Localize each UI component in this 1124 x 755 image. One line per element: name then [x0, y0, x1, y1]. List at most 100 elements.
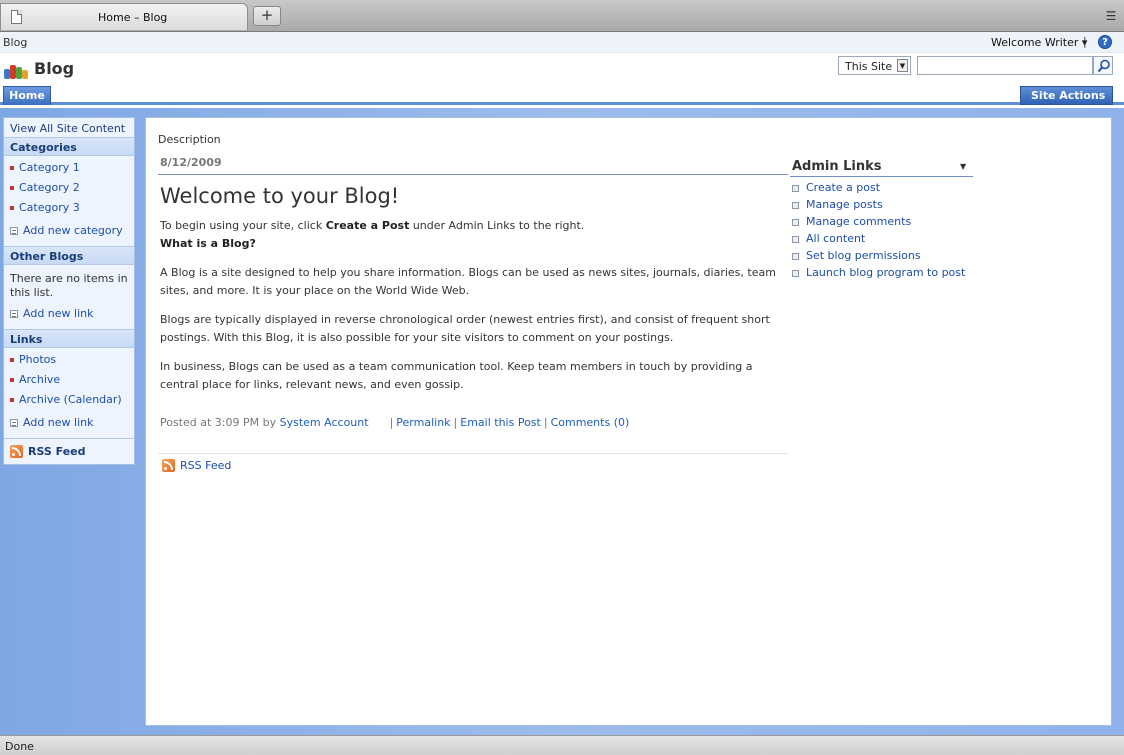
post-intro: To begin using your site, click Create a… — [160, 217, 790, 253]
list-bullet-icon — [792, 270, 799, 277]
add-link-label: Add new link — [23, 416, 94, 429]
divider — [158, 453, 788, 454]
admin-link-label: Manage posts — [806, 198, 883, 211]
category-link[interactable]: Category 3 — [19, 201, 80, 214]
links-item[interactable]: Archive — [19, 373, 60, 386]
search-scope-value: This Site — [845, 60, 893, 73]
rss-feed-link[interactable]: RSS Feed — [10, 445, 86, 458]
other-blogs-empty-text: There are no items in this list. — [10, 272, 128, 299]
author-link[interactable]: System Account — [280, 416, 369, 429]
admin-link-launch-blog-program[interactable]: Launch blog program to post — [792, 266, 965, 283]
admin-link-set-permissions[interactable]: Set blog permissions — [792, 249, 965, 266]
divider — [790, 176, 973, 177]
add-link-link[interactable]: Add new link — [10, 416, 93, 429]
main-rss-feed-link[interactable]: RSS Feed — [162, 459, 231, 472]
main-content: Description 8/12/2009 Welcome to your Bl… — [145, 117, 1112, 726]
admin-link-manage-posts[interactable]: Manage posts — [792, 198, 965, 215]
intro-text: under Admin Links to the right. — [409, 219, 585, 232]
rss-icon — [10, 445, 23, 458]
list-bullet-icon — [792, 202, 799, 209]
rss-feed-label: RSS Feed — [180, 459, 232, 472]
rss-feed-label: RSS Feed — [28, 445, 86, 458]
bullet-icon — [10, 378, 14, 382]
add-category-label: Add new category — [23, 224, 123, 237]
bullet-icon — [10, 398, 14, 402]
breadcrumb-site-link[interactable]: Blog — [3, 36, 27, 49]
categories-heading[interactable]: Categories — [4, 137, 134, 156]
chevron-down-icon[interactable]: ▼ — [960, 162, 966, 171]
bullet-icon — [10, 166, 14, 170]
search-button[interactable] — [1093, 56, 1113, 75]
bullet-icon — [10, 206, 14, 210]
status-bar: Done — [0, 735, 1124, 755]
status-text: Done — [5, 740, 34, 753]
bullet-icon — [10, 186, 14, 190]
list-bullet-icon — [792, 219, 799, 226]
admin-link-label: Launch blog program to post — [806, 266, 966, 279]
admin-link-label: All content — [806, 232, 866, 245]
welcome-separator: | — [1083, 35, 1087, 48]
browser-tab-strip: Home – Blog + ☰ — [0, 0, 1124, 32]
list-bullet-icon — [792, 236, 799, 243]
email-post-link[interactable]: Email this Post — [460, 416, 541, 429]
links-item[interactable]: Photos — [19, 353, 56, 366]
description-label: Description — [158, 133, 221, 146]
post-paragraph: A Blog is a site designed to help you sh… — [160, 266, 776, 297]
footer-separator: | — [389, 416, 394, 429]
admin-link-all-content[interactable]: All content — [792, 232, 965, 249]
global-bar: Blog Welcome Writer ▾ | — [0, 32, 1124, 53]
post-date: 8/12/2009 — [160, 156, 222, 169]
dropdown-arrow-icon: ▼ — [897, 59, 908, 72]
admin-link-label: Manage comments — [806, 215, 912, 228]
posted-at-text: Posted at 3:09 PM by — [160, 416, 280, 429]
category-link[interactable]: Category 1 — [19, 161, 80, 174]
intro-text: To begin using your site, click — [160, 219, 326, 232]
post-body: To begin using your site, click Create a… — [160, 217, 790, 405]
add-item-icon — [10, 310, 18, 318]
help-icon[interactable]: ? — [1098, 35, 1112, 49]
admin-link-create-post[interactable]: Create a post — [792, 181, 965, 198]
links-heading[interactable]: Links — [4, 329, 134, 348]
search-input[interactable] — [918, 57, 1092, 74]
tab-home[interactable]: Home — [3, 86, 51, 105]
tab-menu-icon[interactable]: ☰ — [1102, 9, 1120, 23]
site-actions-menu[interactable]: Site Actions ▾ — [1020, 86, 1113, 120]
divider — [4, 438, 134, 439]
intro-bold-text: Create a Post — [325, 219, 410, 232]
quick-launch: View All Site Content Categories Categor… — [3, 117, 135, 465]
post-paragraph: Blogs are typically displayed in reverse… — [160, 313, 770, 344]
admin-link-label: Set blog permissions — [806, 249, 921, 262]
add-blog-link[interactable]: Add new link — [10, 307, 93, 320]
add-item-icon — [10, 227, 18, 235]
page-icon — [11, 10, 22, 24]
admin-link-label: Create a post — [806, 181, 881, 194]
top-navigation: Home — [0, 85, 1124, 105]
category-link[interactable]: Category 2 — [19, 181, 80, 194]
search-box[interactable] — [917, 56, 1093, 75]
permalink-link[interactable]: Permalink — [396, 416, 450, 429]
other-blogs-heading[interactable]: Other Blogs — [4, 246, 134, 265]
admin-links-title: Admin Links — [792, 159, 882, 174]
admin-link-manage-comments[interactable]: Manage comments — [792, 215, 965, 232]
search-icon — [1097, 59, 1110, 73]
admin-links-list: Create a post Manage posts Manage commen… — [792, 181, 965, 283]
new-tab-button[interactable]: + — [253, 6, 281, 26]
list-bullet-icon — [792, 185, 799, 192]
browser-tab[interactable]: Home – Blog — [0, 3, 248, 30]
post-title[interactable]: Welcome to your Blog! — [160, 184, 399, 208]
post-footer: Posted at 3:09 PM by System Account | Perm… — [160, 416, 629, 429]
add-link-label: Add new link — [23, 307, 94, 320]
welcome-menu[interactable]: Welcome Writer ▾ — [991, 36, 1087, 49]
add-category-link[interactable]: Add new category — [10, 224, 123, 237]
site-logo-icon[interactable] — [4, 59, 28, 79]
links-item[interactable]: Archive (Calendar) — [19, 393, 122, 406]
search-scope-select[interactable]: This Site ▼ — [838, 56, 911, 75]
rss-icon — [162, 459, 175, 472]
footer-separator: | — [543, 416, 548, 429]
list-bullet-icon — [792, 253, 799, 260]
comments-link[interactable]: Comments (0) — [551, 416, 630, 429]
post-paragraph: In business, Blogs can be used as a team… — [160, 360, 753, 391]
footer-separator: | — [453, 416, 458, 429]
view-all-site-content-link[interactable]: View All Site Content — [10, 122, 125, 135]
site-title[interactable]: Blog — [34, 59, 74, 78]
